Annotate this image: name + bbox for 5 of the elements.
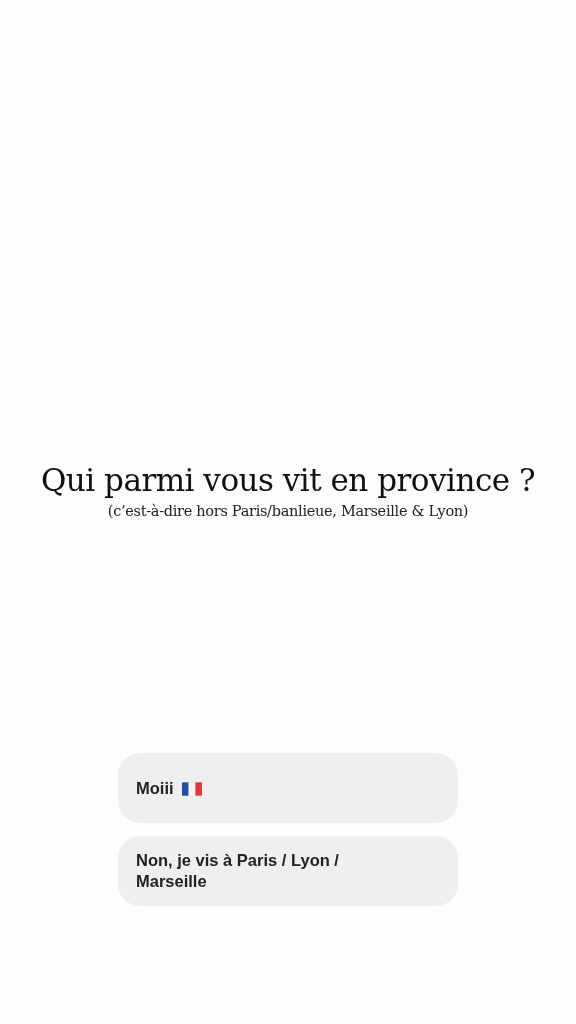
question-title: Qui parmi vous vit en province ? <box>40 461 536 500</box>
answer-option[interactable]: Moiii <box>118 752 458 823</box>
question-subtitle: (c’est-à-dire hors Paris/banlieue, Marseille & Lyon) <box>107 502 469 522</box>
answer-option[interactable]: Non, je vis à Paris / Lyon / Marseille <box>118 835 458 906</box>
flag-icon <box>181 781 202 796</box>
